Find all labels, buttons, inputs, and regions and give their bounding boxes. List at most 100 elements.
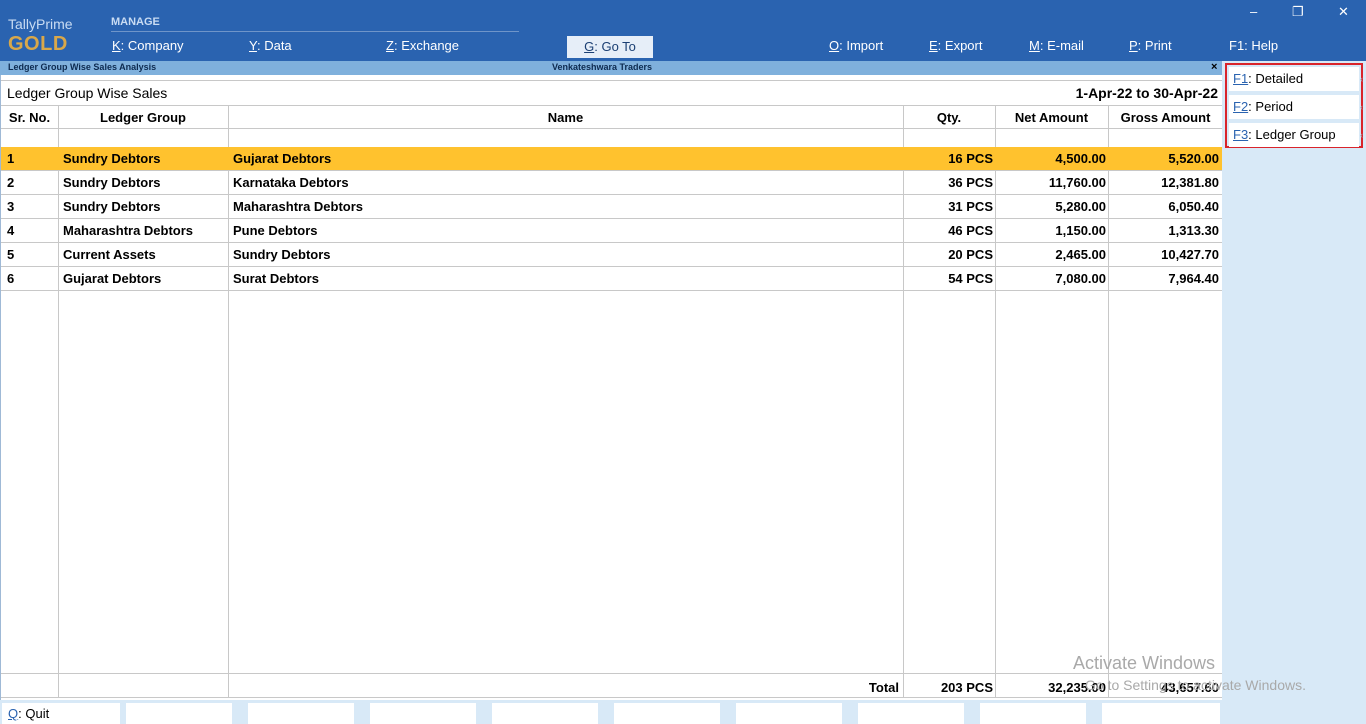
empty-button-slot	[370, 703, 476, 724]
cell-net: 1,150.00	[1055, 223, 1106, 238]
row-divider	[1, 290, 1223, 291]
empty-button-slot	[1102, 703, 1220, 724]
menu-import[interactable]: O: Import	[829, 38, 883, 53]
divider	[1, 128, 1223, 129]
cell-name: Karnataka Debtors	[233, 175, 349, 190]
empty-button-slot	[614, 703, 720, 724]
menu-data[interactable]: Y: Data	[249, 38, 292, 53]
cell-gross: 12,381.80	[1161, 175, 1219, 190]
detailed-button[interactable]: F1: Detailed ‹	[1229, 67, 1363, 91]
empty-button-slot	[248, 703, 354, 724]
brand-name: TallyPrime	[8, 16, 73, 32]
cell-name: Surat Debtors	[233, 271, 319, 286]
cell-gross: 5,520.00	[1168, 151, 1219, 166]
menu-help[interactable]: F1: Help	[1229, 38, 1278, 53]
cell-gross: 6,050.40	[1168, 199, 1219, 214]
table-row[interactable]: 6 Gujarat Debtors Surat Debtors 54 PCS 7,080…	[1, 267, 1223, 291]
table-row[interactable]: 5 Current Assets Sundry Debtors 20 PCS 2,465…	[1, 243, 1223, 267]
empty-button-slot	[126, 703, 232, 724]
cell-name: Maharashtra Debtors	[233, 199, 364, 214]
close-report-icon[interactable]: ×	[1211, 61, 1217, 73]
menu-company[interactable]: K: Company	[112, 38, 184, 53]
cell-name: Gujarat Debtors	[233, 151, 332, 166]
cell-sr: 2	[7, 175, 15, 190]
cell-group: Sundry Debtors	[63, 151, 161, 166]
report-titlebar: Ledger Group Wise Sales Analysis Venkate…	[0, 61, 1222, 75]
cell-qty: 36 PCS	[948, 175, 993, 190]
ledger-group-button[interactable]: F3: Ledger Group ‹	[1229, 123, 1363, 147]
total-label: Total	[868, 680, 899, 695]
cell-name: Sundry Debtors	[233, 247, 331, 262]
divider	[1, 105, 1223, 106]
col-header-sr: Sr. No.	[8, 110, 51, 125]
cell-group: Maharashtra Debtors	[63, 223, 194, 238]
empty-button-slot	[492, 703, 598, 724]
cell-sr: 5	[7, 247, 15, 262]
cell-sr: 1	[7, 151, 15, 166]
cell-group: Sundry Debtors	[63, 199, 161, 214]
table-row[interactable]: 2 Sundry Debtors Karnataka Debtors 36 PCS 11…	[1, 171, 1223, 195]
menu-print[interactable]: P: Print	[1129, 38, 1172, 53]
cell-group: Gujarat Debtors	[63, 271, 162, 286]
report-name: Ledger Group Wise Sales Analysis	[8, 62, 157, 72]
brand-edition: GOLD	[8, 33, 68, 55]
cell-name: Pune Debtors	[233, 223, 318, 238]
col-header-group: Ledger Group	[100, 110, 186, 125]
button-panel: F1: Detailed ‹ F2: Period ‹ F3: Ledger Gro…	[1222, 61, 1366, 724]
company-name: Venkateshwara Traders	[552, 62, 653, 72]
empty-button-slot	[858, 703, 964, 724]
cell-qty: 31 PCS	[948, 199, 993, 214]
col-header-qty: Qty.	[936, 110, 962, 125]
cell-group: Sundry Debtors	[63, 175, 161, 190]
activation-watermark-title: Activate Windows	[1073, 653, 1216, 673]
top-menu-bar: TallyPrime GOLD MANAGE K: Company Y: Dat…	[0, 0, 1366, 61]
report-body: Ledger Group Wise Sales 1-Apr-22 to 30-A…	[0, 75, 1223, 700]
close-window-icon[interactable]: ✕	[1338, 4, 1349, 20]
activation-watermark-text: Go to Settings to activate Windows.	[1085, 677, 1306, 693]
empty-button-slot	[980, 703, 1086, 724]
cell-sr: 4	[7, 223, 15, 238]
bottom-button-bar: Q: Quit	[0, 700, 1222, 724]
cell-net: 5,280.00	[1055, 199, 1106, 214]
total-qty: 203 PCS	[940, 680, 993, 695]
col-header-net: Net Amount	[1014, 110, 1089, 125]
section-label: MANAGE	[111, 16, 160, 28]
minimize-icon[interactable]: –	[1250, 4, 1257, 19]
table-row[interactable]: 1 Sundry Debtors Gujarat Debtors 16 PCS 4,50…	[1, 147, 1223, 171]
cell-sr: 6	[7, 271, 15, 286]
cell-qty: 46 PCS	[948, 223, 993, 238]
col-header-gross: Gross Amount	[1120, 110, 1211, 125]
cell-qty: 16 PCS	[948, 151, 993, 166]
cell-qty: 54 PCS	[948, 271, 993, 286]
cell-gross: 1,313.30	[1168, 223, 1219, 238]
restore-icon[interactable]: ❐	[1292, 4, 1304, 20]
col-header-name: Name	[547, 110, 584, 125]
cell-net: 7,080.00	[1055, 271, 1106, 286]
menu-export[interactable]: E: Export	[929, 38, 982, 53]
cell-net: 4,500.00	[1055, 151, 1106, 166]
highlighted-button-group: F1: Detailed ‹ F2: Period ‹ F3: Ledger Gro…	[1225, 63, 1363, 148]
cell-net: 2,465.00	[1055, 247, 1106, 262]
section-divider	[111, 31, 519, 32]
cell-sr: 3	[7, 199, 15, 214]
quit-button[interactable]: Q: Quit	[2, 703, 120, 724]
divider	[1, 80, 1223, 81]
period-button[interactable]: F2: Period ‹	[1229, 95, 1363, 119]
report-period[interactable]: 1-Apr-22 to 30-Apr-22	[1076, 85, 1218, 101]
cell-net: 11,760.00	[1048, 175, 1106, 190]
chevron-left-icon: ‹	[1360, 102, 1363, 112]
menu-goto[interactable]: G: Go To	[567, 36, 653, 58]
table-row[interactable]: 3 Sundry Debtors Maharashtra Debtors 31 PCS…	[1, 195, 1223, 219]
cell-qty: 20 PCS	[948, 247, 993, 262]
report-title: Ledger Group Wise Sales	[7, 85, 168, 101]
table-row[interactable]: 4 Maharashtra Debtors Pune Debtors 46 PCS 1,…	[1, 219, 1223, 243]
cell-group: Current Assets	[63, 247, 156, 262]
divider	[1, 673, 1223, 674]
menu-exchange[interactable]: Z: Exchange	[386, 38, 459, 53]
cell-gross: 10,427.70	[1161, 247, 1219, 262]
empty-button-slot	[736, 703, 842, 724]
chevron-left-icon: ‹	[1360, 130, 1363, 140]
total-row: Total 203 PCS 32,235.00 43,657.60	[1, 676, 1223, 698]
menu-email[interactable]: M: E-mail	[1029, 38, 1084, 53]
chevron-left-icon: ‹	[1360, 74, 1363, 84]
